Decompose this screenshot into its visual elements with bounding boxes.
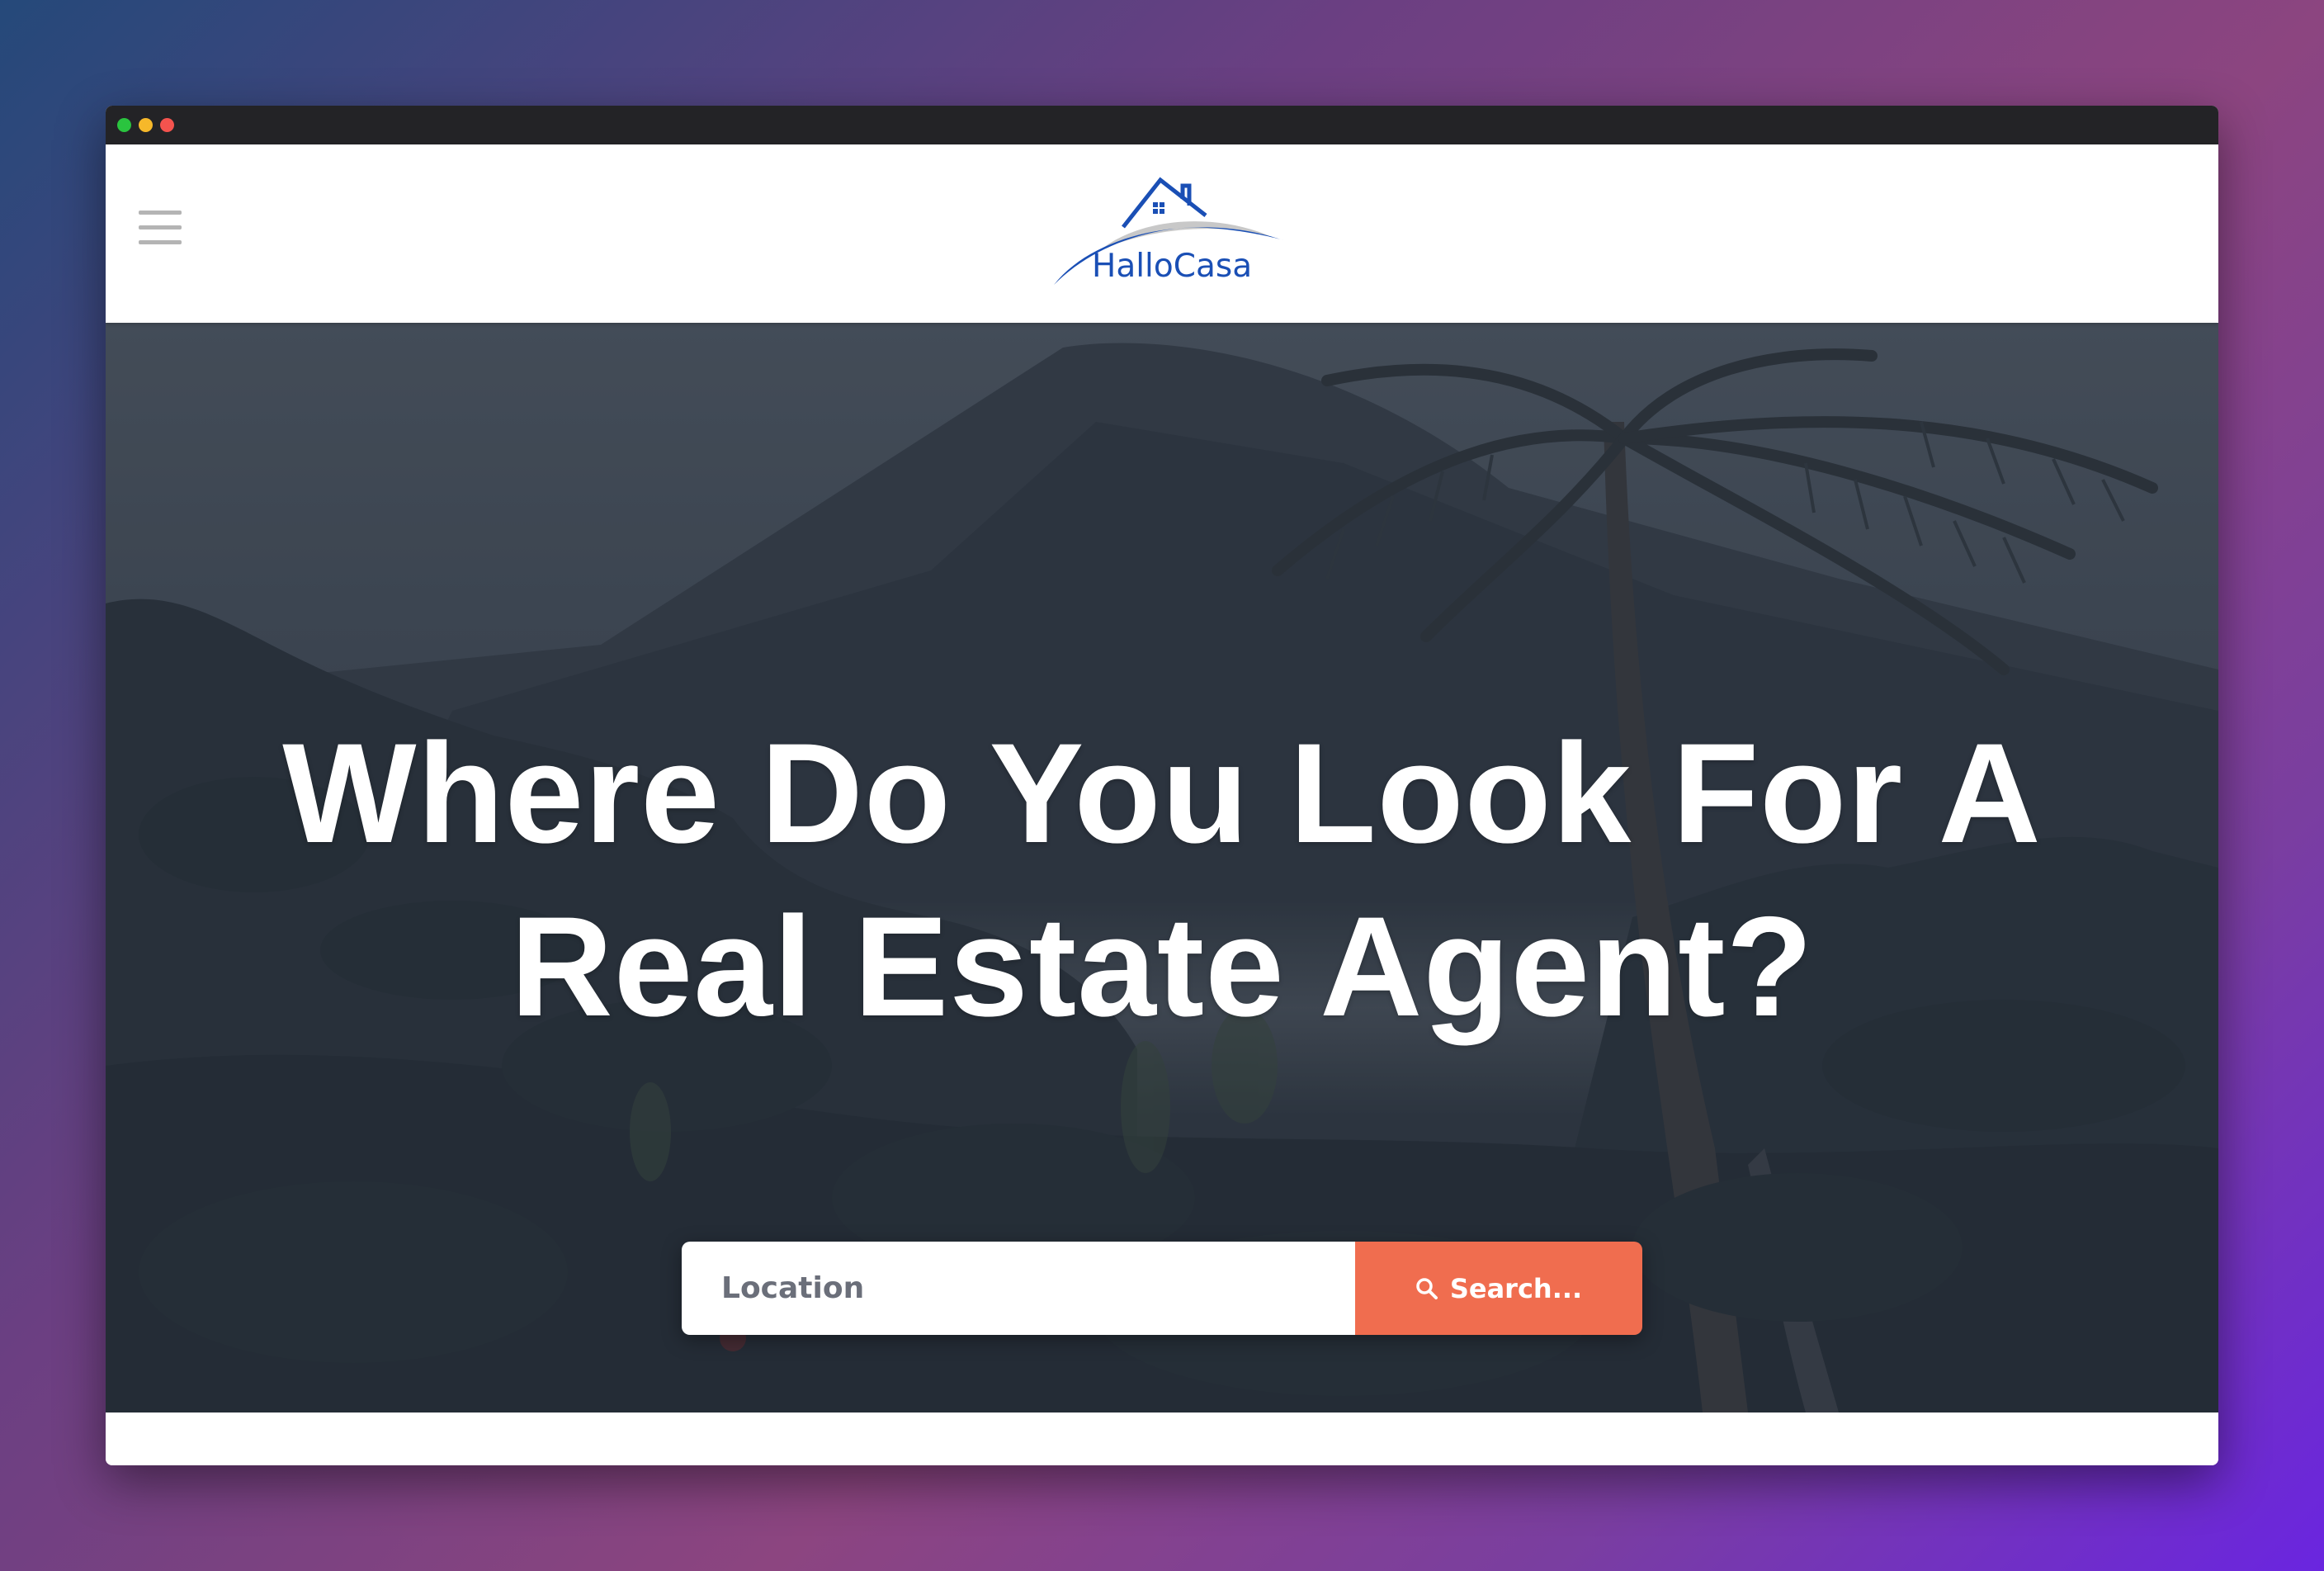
page-bottom-strip [106, 1412, 2218, 1465]
search-button[interactable]: Search... [1355, 1242, 1642, 1335]
search-icon [1416, 1277, 1438, 1299]
hallocasa-logo[interactable]: HalloCasa [1051, 169, 1286, 285]
window-maximize-dot[interactable] [117, 118, 131, 132]
search-button-label: Search... [1449, 1272, 1583, 1304]
hero-title: Where Do You Look For A Real Estate Agen… [282, 714, 2042, 1046]
location-input[interactable] [682, 1242, 1355, 1335]
window-close-dot[interactable] [160, 118, 174, 132]
browser-window: HalloCasa Where Do You Look For A Real E… [106, 106, 2218, 1465]
location-search-bar: Search... [682, 1242, 1642, 1335]
window-titlebar [106, 106, 2218, 144]
window-minimize-dot[interactable] [139, 118, 153, 132]
site-header: HalloCasa [106, 144, 2218, 323]
hamburger-menu-icon[interactable] [139, 211, 182, 247]
logo-text: HalloCasa [1092, 248, 1252, 285]
hero-section: Where Do You Look For A Real Estate Agen… [106, 323, 2218, 1412]
